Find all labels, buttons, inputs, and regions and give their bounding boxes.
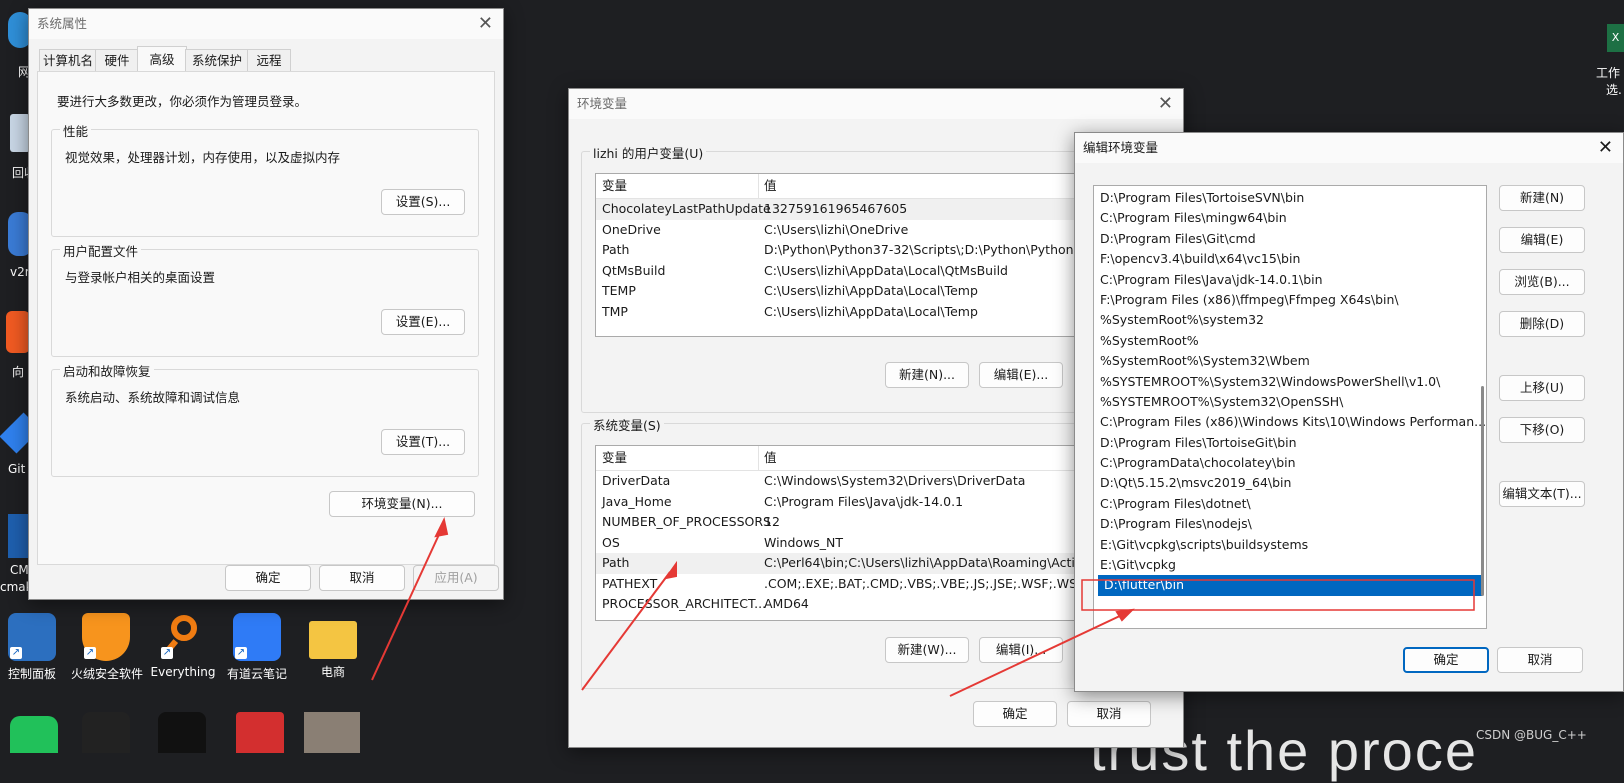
arrow-line: [949, 613, 1125, 697]
highlight-box: [1081, 579, 1475, 611]
arrow-head: [663, 560, 677, 580]
arrow-line: [371, 527, 443, 681]
arrow-head: [1115, 608, 1135, 622]
arrow-line: [581, 571, 671, 691]
arrow-head: [434, 517, 449, 538]
annotation-overlay: [371, 517, 1475, 697]
